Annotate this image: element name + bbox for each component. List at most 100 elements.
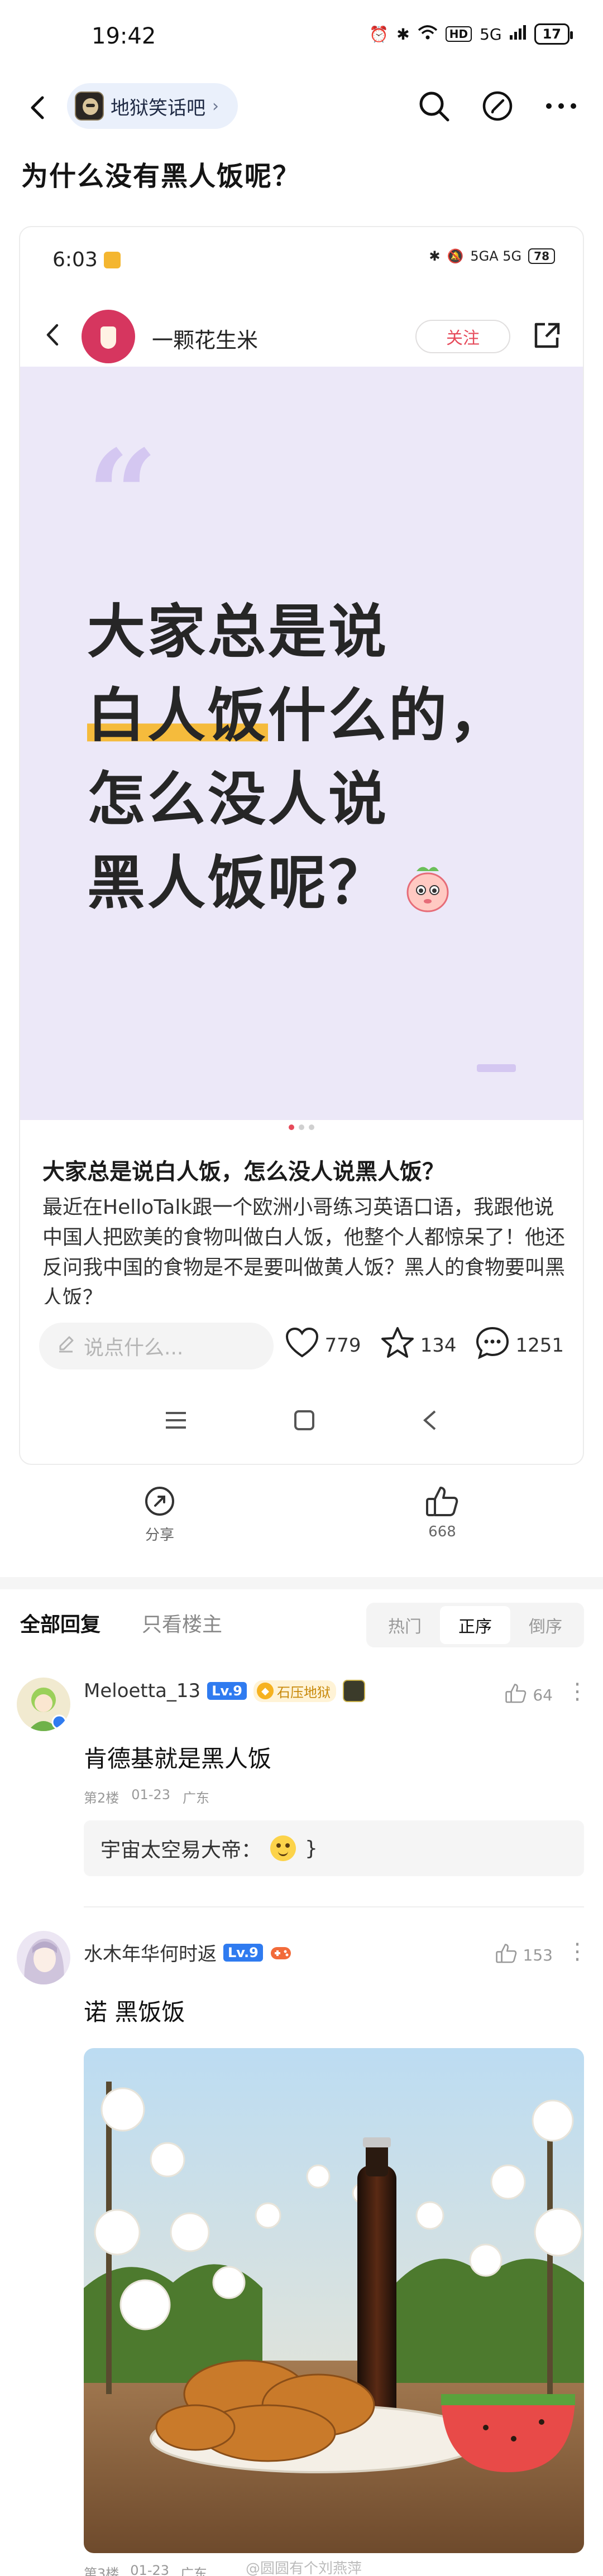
embedded-time: 6:03	[52, 248, 98, 271]
notification-icon	[104, 252, 121, 268]
comment-divider	[84, 1906, 584, 1907]
sort-hot[interactable]: 热门	[370, 1606, 440, 1644]
avatar[interactable]	[17, 1678, 70, 1731]
thumbs-up-icon	[505, 1682, 527, 1708]
quote-line-4: 黑人饭呢？	[87, 841, 509, 925]
embedded-post-body: 最近在HelloTalk跟一个欧洲小哥练习英语口语，我跟他说中国人把欧美的食物叫…	[42, 1196, 566, 1304]
back-arrow-icon[interactable]	[22, 91, 56, 124]
fried-chicken-cotton-field-image	[84, 2048, 584, 2553]
embedded-stats: 779 134 1251	[285, 1326, 564, 1364]
comment-like[interactable]: 64	[505, 1682, 553, 1708]
share-icon	[143, 1484, 176, 1520]
comment-like-count: 64	[533, 1686, 553, 1704]
comment-more-icon[interactable]: ⋮	[566, 1679, 588, 1704]
carousel-dot	[299, 1124, 304, 1130]
comment-location: 广东	[183, 1790, 210, 1806]
status-icons: ⏰ ✱ HD 5G 17	[369, 23, 573, 45]
mute-icon: 🔕	[447, 248, 464, 264]
menu-icon	[165, 1411, 187, 1432]
gamepad-icon	[270, 1941, 292, 1964]
comment-input: 说点什么...	[39, 1323, 274, 1369]
forum-badge-icon	[342, 1680, 365, 1702]
status-bar: 19:42 ⏰ ✱ HD 5G 17	[0, 0, 603, 75]
like-stat: 779	[285, 1327, 361, 1363]
search-icon[interactable]	[414, 86, 453, 126]
top-nav-bar: 地狱笑话吧 ›	[0, 75, 603, 142]
embedded-header: 一颗花生米 关注	[20, 294, 583, 378]
embedded-battery: 78	[528, 248, 555, 264]
bluetooth-icon: ✱	[429, 248, 441, 264]
quote-mark-icon: “	[87, 422, 158, 567]
section-divider	[0, 1577, 603, 1589]
follow-button: 关注	[415, 320, 510, 353]
embedded-system-nav	[20, 1396, 583, 1446]
embedded-screenshot[interactable]: 6:03 ✱ 🔕 5GA 5G 78 一颗花生米 关注 “ 大家总是说 白人饭什…	[19, 226, 584, 1465]
decorative-dash	[477, 1064, 516, 1072]
comment-text: 诺 黑饭饭	[84, 1998, 185, 2026]
like-count: 668	[428, 1524, 456, 1540]
sub-reply[interactable]: 宇宙太空易大帝： }	[84, 1820, 584, 1876]
comment-username-row: 水木年华何时返 Lv.9	[84, 1939, 292, 1966]
coin-icon: ◆	[256, 1683, 274, 1699]
star-count: 134	[420, 1334, 457, 1357]
floor-number: 第3楼	[84, 2566, 119, 2576]
chevron-right-icon: ›	[212, 96, 219, 116]
embedded-action-bar: 说点什么... 779 134 1251	[20, 1318, 583, 1374]
carousel-dots	[20, 1124, 583, 1130]
comment-meta: 第3楼 01-23 广东	[84, 2563, 207, 2576]
embedded-status-icons: ✱ 🔕 5GA 5G 78	[429, 248, 555, 264]
quote-line-3: 怎么没人说	[87, 765, 389, 833]
comment-icon	[475, 1326, 510, 1364]
share-out-icon	[530, 320, 563, 352]
quote-line-2-rest: 什么的，	[268, 681, 510, 749]
comment-like[interactable]: 153	[495, 1942, 553, 1968]
alarm-icon: ⏰	[369, 25, 389, 44]
tab-all-replies[interactable]: 全部回复	[20, 1608, 100, 1637]
watermark: @圆圆有个刘燕萍	[246, 2560, 362, 2576]
more-icon[interactable]	[542, 86, 581, 126]
comment-tabs: 全部回复 只看楼主 热门 正序 倒序	[0, 1596, 603, 1652]
back-arrow-icon	[39, 320, 67, 350]
edit-icon[interactable]	[478, 86, 517, 126]
username[interactable]: 水木年华何时返	[84, 1939, 217, 1966]
comment-photo[interactable]	[84, 2048, 584, 2553]
sort-descending[interactable]: 倒序	[510, 1606, 581, 1644]
peach-emoji-icon	[400, 854, 456, 912]
hd-icon: HD	[445, 26, 472, 42]
quote-image: “ 大家总是说 白人饭什么的， 怎么没人说 黑人饭呢？	[20, 367, 583, 1120]
username[interactable]: Meloetta_13	[84, 1680, 200, 1702]
home-square-icon	[293, 1409, 315, 1434]
comment-username-row: Meloetta_13 Lv.9 ◆ 石压地狱	[84, 1680, 365, 1702]
like-button[interactable]: 668	[392, 1484, 492, 1540]
bluetooth-icon: ✱	[396, 25, 410, 44]
smile-emoji-icon	[270, 1835, 296, 1861]
comment-date: 01-23	[130, 2563, 170, 2576]
comment-more-icon[interactable]: ⋮	[566, 1939, 588, 1964]
comment-stat: 1251	[475, 1326, 564, 1364]
comment-placeholder: 说点什么...	[84, 1337, 184, 1359]
avatar[interactable]	[17, 1931, 70, 1984]
floor-number: 第2楼	[84, 1790, 119, 1806]
back-triangle-icon	[422, 1409, 438, 1434]
sort-ascending[interactable]: 正序	[440, 1606, 510, 1644]
share-label: 分享	[145, 1527, 174, 1544]
forum-pill[interactable]: 地狱笑话吧 ›	[67, 83, 238, 129]
forum-avatar-icon	[75, 92, 104, 121]
honor-badge: ◆ 石压地狱	[253, 1680, 336, 1702]
tab-op-only[interactable]: 只看楼主	[142, 1608, 222, 1637]
sort-toggle: 热门 正序 倒序	[366, 1603, 584, 1647]
quote-text: 大家总是说 白人饭什么的， 怎么没人说 黑人饭呢？	[87, 590, 509, 925]
post-title: 为什么没有黑人饭呢？	[21, 161, 301, 192]
share-button[interactable]: 分享	[109, 1484, 210, 1544]
honor-badge-label: 石压地狱	[276, 1684, 331, 1700]
quote-line-1: 大家总是说	[87, 598, 389, 666]
battery-indicator: 17	[534, 23, 573, 45]
like-count: 779	[324, 1334, 361, 1357]
level-badge: Lv.9	[223, 1943, 263, 1962]
post-actions: 分享 668	[0, 1484, 603, 1563]
wifi-icon	[418, 25, 438, 44]
highlight-text: 白人饭	[87, 681, 269, 749]
status-time: 19:42	[92, 23, 156, 49]
thumbs-up-icon	[425, 1484, 460, 1520]
heart-icon	[285, 1327, 319, 1363]
